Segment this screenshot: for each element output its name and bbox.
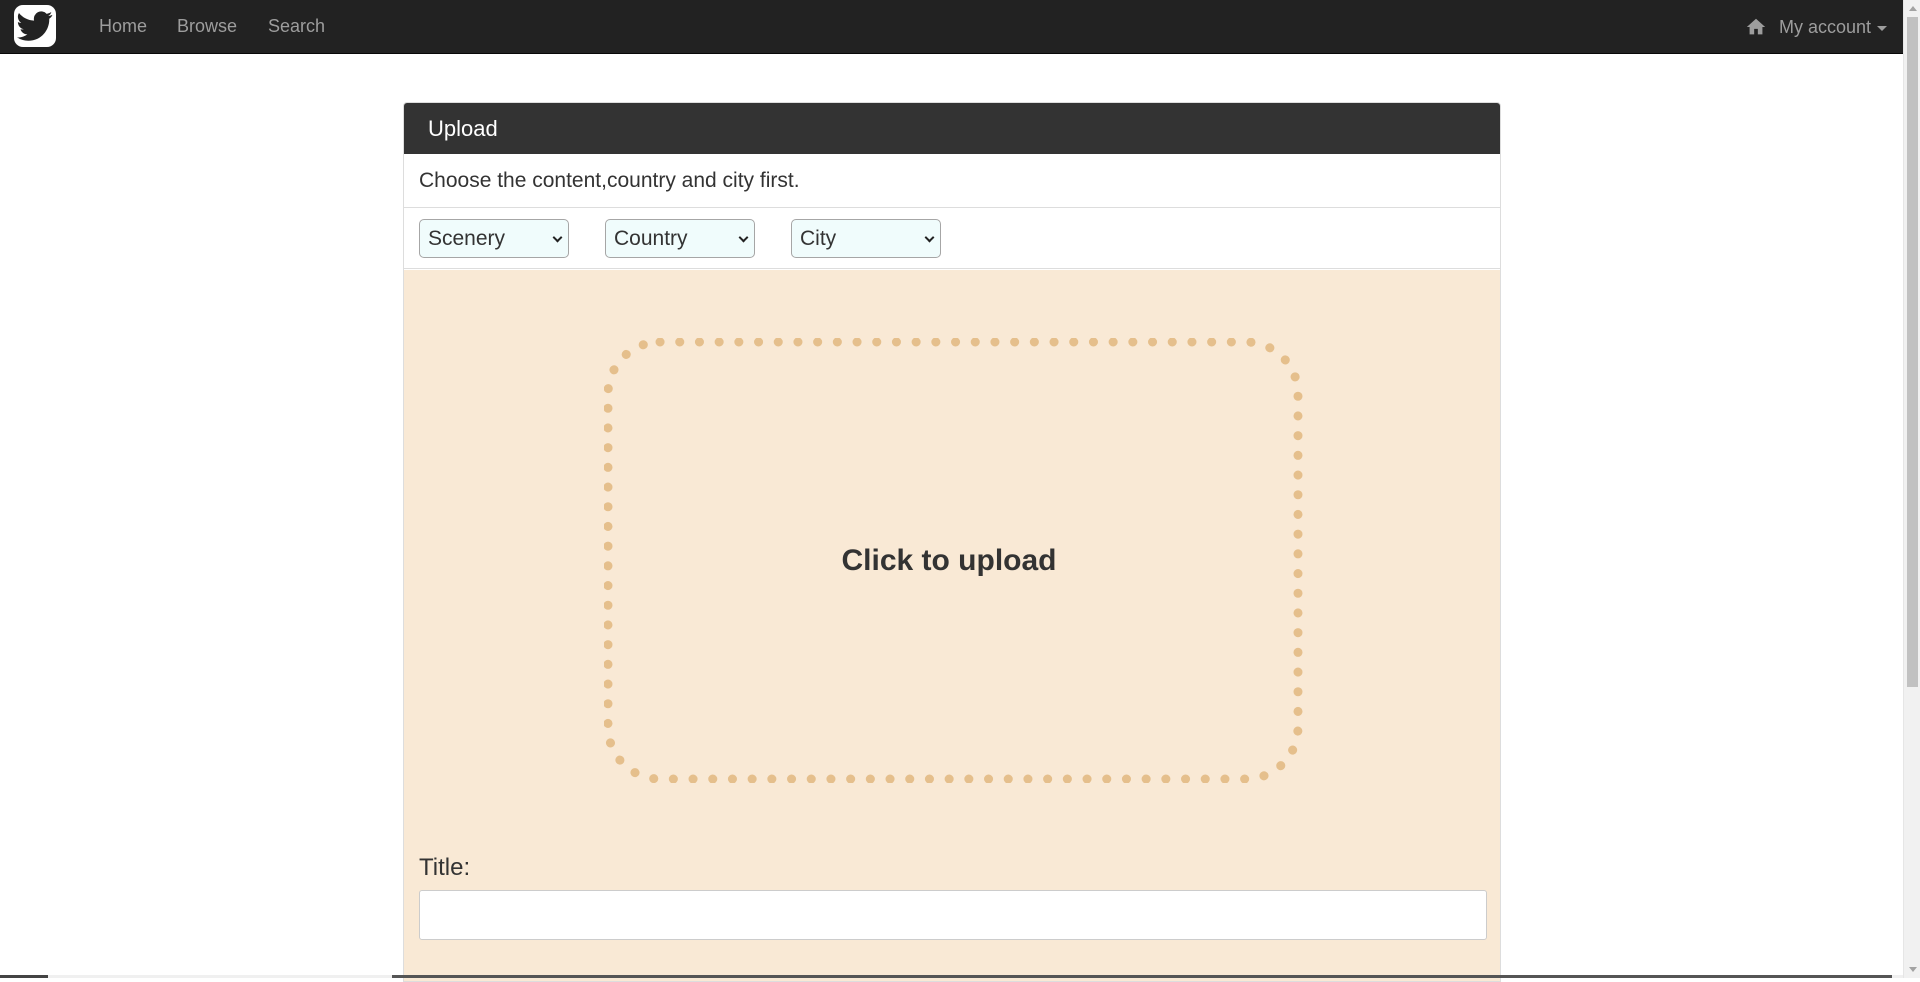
caret-down-icon (1877, 26, 1887, 31)
country-select-value: Country (614, 227, 688, 250)
nav-browse-link[interactable]: Browse (177, 0, 237, 54)
scroll-down-arrow-icon[interactable] (1904, 961, 1920, 978)
my-account-dropdown[interactable]: My account (1745, 0, 1887, 54)
city-select[interactable]: City (791, 219, 941, 258)
top-navbar: Home Browse Search My account (0, 0, 1903, 54)
nav-search-link[interactable]: Search (268, 0, 325, 54)
upload-area: Click to upload Title: (404, 270, 1500, 981)
content-select[interactable]: Scenery (419, 219, 569, 258)
nav-home-link[interactable]: Home (99, 0, 147, 54)
twitter-bird-icon[interactable] (14, 5, 56, 47)
title-input[interactable] (419, 890, 1487, 940)
filter-select-row: Scenery Country City (404, 208, 1500, 269)
chevron-down-icon (738, 232, 749, 243)
title-label: Title: (419, 854, 471, 881)
upload-dropzone[interactable]: Click to upload (604, 338, 1304, 783)
upload-instruction: Choose the content,country and city firs… (404, 154, 1500, 208)
content-select-value: Scenery (428, 227, 506, 250)
chevron-down-icon (552, 232, 563, 243)
home-icon (1746, 18, 1766, 35)
chevron-down-icon (924, 232, 935, 243)
scroll-up-arrow-icon[interactable] (1904, 0, 1920, 17)
upload-panel: Upload Choose the content,country and ci… (403, 102, 1501, 982)
city-select-value: City (800, 227, 837, 250)
vertical-scrollbar[interactable] (1903, 0, 1920, 978)
scrollbar-thumb[interactable] (1907, 17, 1918, 687)
country-select[interactable]: Country (605, 219, 755, 258)
my-account-label: My account (1778, 16, 1871, 37)
panel-heading: Upload (404, 103, 1500, 154)
click-to-upload-label: Click to upload (841, 543, 1057, 577)
